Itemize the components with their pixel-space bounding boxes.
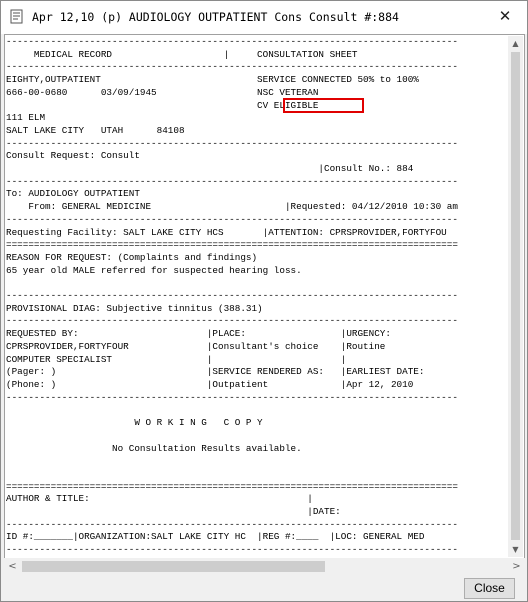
report-line: To: AUDIOLOGY OUTPATIENT (6, 188, 140, 200)
vertical-scrollbar[interactable]: ▲ ▼ (508, 36, 523, 557)
report-line: No Consultation Results available. (6, 442, 302, 454)
title-bar: Apr 12,10 (p) AUDIOLOGY OUTPATIENT Cons … (1, 1, 527, 34)
report-line: ----------------------------------------… (6, 290, 458, 302)
report-line: CPRSPROVIDER,FORTYFOUR |Consultant's cho… (6, 340, 386, 352)
window-title: Apr 12,10 (p) AUDIOLOGY OUTPATIENT Cons … (32, 10, 399, 24)
report-line: EIGHTY,OUTPATIENT SERVICE CONNECTED 50% … (6, 74, 419, 86)
report-line: ----------------------------------------… (6, 61, 458, 73)
report-line: |Consult No.: 884 (6, 163, 414, 175)
report-line: ----------------------------------------… (6, 213, 458, 225)
report-line: Requesting Facility: SALT LAKE CITY HCS … (6, 226, 447, 238)
report-line: (Phone: ) |Outpatient |Apr 12, 2010 (6, 378, 414, 390)
scroll-up-icon[interactable]: ▲ (508, 36, 523, 51)
report-viewer[interactable]: ----------------------------------------… (4, 34, 525, 559)
report-line: MEDICAL RECORD | CONSULTATION SHEET (6, 48, 358, 60)
report-line: ----------------------------------------… (6, 544, 458, 556)
report-line: Consult Request: Consult (6, 150, 140, 162)
scroll-down-icon[interactable]: ▼ (508, 542, 523, 557)
horizontal-scroll-thumb[interactable] (22, 561, 325, 572)
report-line: 65 year old MALE referred for suspected … (6, 264, 302, 276)
report-line: CV ELIGIBLE (6, 99, 319, 111)
scroll-right-icon[interactable]: > (508, 558, 525, 575)
report-line: ----------------------------------------… (6, 391, 458, 403)
vertical-scroll-thumb[interactable] (511, 52, 520, 540)
report-line: ========================================… (6, 480, 458, 492)
close-button[interactable]: Close (464, 578, 515, 599)
close-icon[interactable]: ✕ (495, 6, 515, 26)
report-line: ----------------------------------------… (6, 36, 458, 47)
document-icon (10, 9, 23, 24)
consult-report-window: Apr 12,10 (p) AUDIOLOGY OUTPATIENT Cons … (0, 0, 528, 602)
report-line: ----------------------------------------… (6, 137, 458, 149)
report-line: W O R K I N G C O P Y (6, 417, 263, 429)
report-line: ========================================… (6, 239, 458, 251)
report-line: REASON FOR REQUEST: (Complaints and find… (6, 251, 258, 263)
report-line: 111 ELM (6, 112, 46, 124)
report-line: From: GENERAL MEDICINE |Requested: 04/12… (6, 201, 458, 213)
report-line: ID #:_______|ORGANIZATION:SALT LAKE CITY… (6, 531, 425, 543)
consult-report-text: ----------------------------------------… (6, 36, 458, 558)
report-line: (Pager: ) |SERVICE RENDERED AS: |EARLIES… (6, 366, 425, 378)
horizontal-scrollbar[interactable]: < > (4, 558, 525, 575)
report-line: ----------------------------------------… (6, 175, 458, 187)
report-line: COMPUTER SPECIALIST | | (6, 353, 347, 365)
report-line: |DATE: (6, 506, 341, 518)
scroll-left-icon[interactable]: < (4, 558, 21, 575)
report-line: ----------------------------------------… (6, 518, 458, 530)
report-line: SALT LAKE CITY UTAH 84108 (6, 124, 185, 136)
report-line: AUTHOR & TITLE: | (6, 493, 313, 505)
report-line: PROVISIONAL DIAG: Subjective tinnitus (3… (6, 302, 263, 314)
report-line: REQUESTED BY: |PLACE: |URGENCY: (6, 328, 391, 340)
report-line: ----------------------------------------… (6, 315, 458, 327)
report-line: 666-00-0680 03/09/1945 NSC VETERAN (6, 86, 319, 98)
